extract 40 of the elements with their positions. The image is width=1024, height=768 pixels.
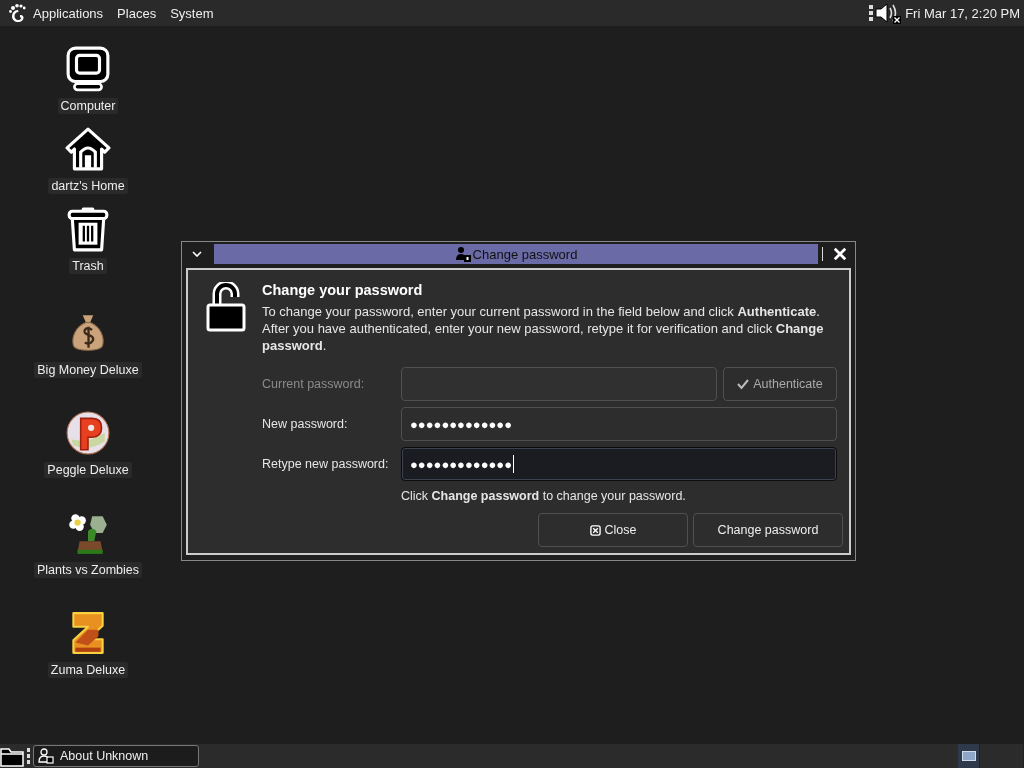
desktop-icon-label[interactable]: Big Money Deluxe	[34, 362, 142, 378]
window-title: Change password	[472, 246, 578, 262]
user-lock-icon	[454, 246, 471, 262]
folder-icon[interactable]	[0, 745, 24, 767]
panel-menu[interactable]: Applications	[33, 5, 104, 21]
task-button[interactable]: About Unknown	[33, 745, 199, 767]
peggle-ball-icon[interactable]	[65, 410, 111, 456]
close-button[interactable]: Close	[538, 513, 688, 547]
desktop-icon-label[interactable]: Peggle Deluxe	[44, 462, 132, 478]
field-label: New password:	[262, 417, 349, 431]
desktop-icon-label[interactable]: Computer	[57, 98, 119, 114]
unlocked-padlock-icon	[206, 282, 246, 332]
close-icon[interactable]	[833, 247, 847, 261]
clock[interactable]: Fri Mar 17, 2:20 PM	[905, 5, 1020, 21]
window-menu-icon[interactable]	[192, 251, 202, 257]
home-icon[interactable]	[65, 126, 111, 172]
hint-text: Click Change password to change your password.	[401, 488, 687, 503]
volume-icon[interactable]	[875, 2, 902, 24]
workspace[interactable]	[958, 744, 980, 768]
desktop-icon-label[interactable]: Trash	[69, 258, 107, 274]
user-lock-icon	[38, 748, 54, 764]
desktop-icon-label[interactable]: Zuma Deluxe	[47, 662, 129, 678]
panel-menu[interactable]: Places	[117, 5, 157, 21]
foot-logo-icon[interactable]	[8, 3, 28, 23]
computer-icon[interactable]	[65, 46, 111, 92]
change-password-button[interactable]: Change password	[693, 513, 843, 547]
password-field[interactable]: ●●●●●●●●●●●●●	[401, 407, 837, 441]
field-label: Current password:	[262, 377, 366, 391]
close-icon	[589, 524, 601, 536]
handle-icon[interactable]	[869, 5, 874, 21]
checkmark-icon	[737, 378, 750, 390]
trash-icon[interactable]	[65, 206, 111, 252]
dialog-description: To change your password, enter your current password in the field below and click Authenticate. After you have authenticated, enter your new password, retype it for verification and click Change password.	[262, 303, 825, 354]
desktop-icon-label[interactable]: Plants vs Zombies	[33, 562, 143, 578]
desktop-icon-label[interactable]: dartz's Home	[48, 178, 128, 194]
field-label: Retype new password:	[262, 457, 390, 471]
panel-menu[interactable]: System	[170, 5, 214, 21]
dialog-heading: Change your password	[262, 282, 424, 298]
password-field[interactable]: ●●●●●●●●●●●●●	[401, 447, 837, 481]
handle-icon[interactable]	[27, 748, 30, 764]
